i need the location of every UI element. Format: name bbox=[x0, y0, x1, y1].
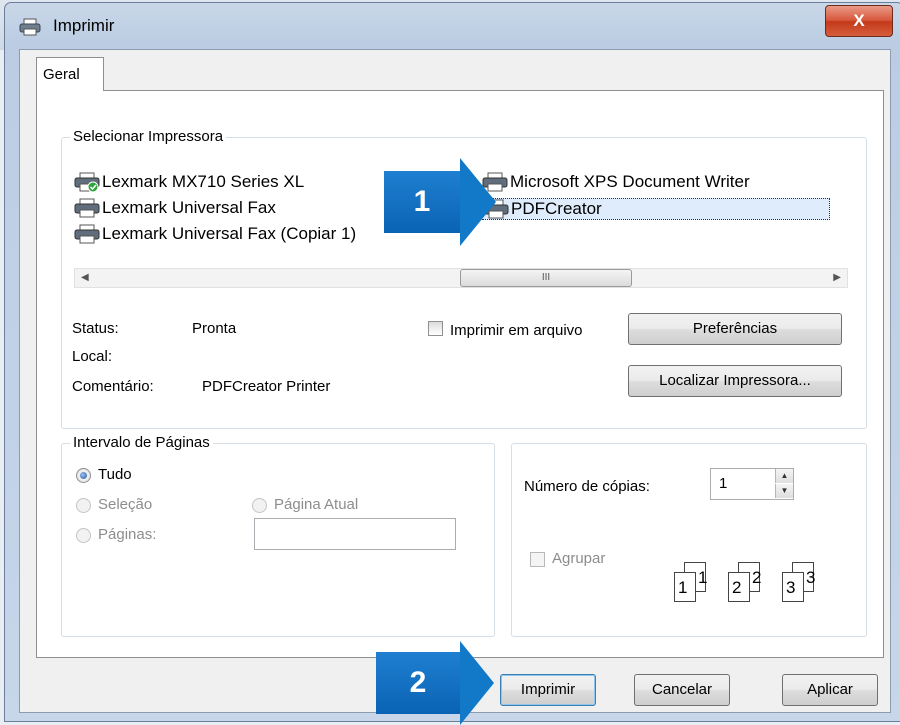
comment-value: PDFCreator Printer bbox=[202, 378, 331, 395]
printer-name: Microsoft XPS Document Writer bbox=[510, 172, 750, 191]
printer-item-lexmark-mx710[interactable]: Lexmark MX710 Series XL bbox=[74, 172, 305, 193]
printer-icon bbox=[74, 224, 100, 244]
status-value: Pronta bbox=[192, 320, 237, 337]
spin-down-icon[interactable]: ▼ bbox=[775, 484, 793, 498]
printer-item-lexmark-fax[interactable]: Lexmark Universal Fax bbox=[74, 198, 276, 218]
printer-name: Lexmark MX710 Series XL bbox=[102, 172, 305, 191]
printer-icon bbox=[74, 198, 100, 218]
dialog-body: Geral Selecionar Impressora Lexmark MX71… bbox=[19, 49, 891, 713]
status-label: Status: bbox=[72, 320, 119, 337]
radio-selection-label[interactable]: Seleção bbox=[98, 496, 152, 513]
printer-title-icon bbox=[19, 18, 41, 36]
page-number: 2 bbox=[752, 568, 762, 587]
scroll-thumb[interactable]: III bbox=[460, 269, 632, 287]
radio-pages-label[interactable]: Páginas: bbox=[98, 526, 156, 543]
radio-all-label[interactable]: Tudo bbox=[98, 466, 132, 483]
copies-value[interactable]: 1 bbox=[719, 475, 727, 492]
cancel-button[interactable]: Cancelar bbox=[634, 674, 730, 706]
apply-button[interactable]: Aplicar bbox=[782, 674, 878, 706]
page-number: 1 bbox=[678, 578, 688, 597]
page-range-group-title: Intervalo de Páginas bbox=[70, 434, 213, 451]
printer-item-lexmark-fax-copy[interactable]: Lexmark Universal Fax (Copiar 1) bbox=[74, 224, 356, 244]
scroll-left-icon[interactable]: ◀ bbox=[81, 272, 89, 283]
comment-label: Comentário: bbox=[72, 378, 154, 395]
page-number: 2 bbox=[732, 578, 742, 597]
radio-all[interactable] bbox=[76, 468, 91, 483]
collate-checkbox[interactable] bbox=[530, 552, 545, 567]
arrow-right-icon bbox=[460, 641, 494, 725]
page-number: 3 bbox=[806, 568, 816, 587]
tab-geral[interactable]: Geral bbox=[36, 57, 104, 91]
callout-2: 2 bbox=[376, 641, 494, 725]
copies-stepper[interactable]: 1 ▲ ▼ bbox=[710, 468, 794, 500]
radio-current-page-label[interactable]: Página Atual bbox=[274, 496, 358, 513]
callout-1-label: 1 bbox=[384, 171, 460, 233]
printer-default-icon bbox=[74, 172, 100, 193]
copies-label: Número de cópias: bbox=[524, 478, 650, 495]
radio-current-page[interactable] bbox=[252, 498, 267, 513]
radio-pages[interactable] bbox=[76, 528, 91, 543]
copies-group: Número de cópias: 1 ▲ ▼ Agrupar 1 1 2 2 bbox=[511, 443, 867, 637]
print-to-file-label[interactable]: Imprimir em arquivo bbox=[450, 322, 583, 339]
print-button[interactable]: Imprimir bbox=[500, 674, 596, 706]
close-button[interactable]: X bbox=[825, 5, 893, 37]
location-label: Local: bbox=[72, 348, 113, 365]
arrow-right-icon bbox=[460, 158, 496, 246]
printer-item-xps-writer[interactable]: Microsoft XPS Document Writer bbox=[482, 172, 750, 192]
find-printer-button[interactable]: Localizar Impressora... bbox=[628, 365, 842, 397]
printer-list-scrollbar[interactable]: ◀ III ▶ bbox=[74, 268, 848, 288]
printer-name: PDFCreator bbox=[511, 199, 602, 218]
collate-label[interactable]: Agrupar bbox=[552, 550, 605, 567]
preferences-button[interactable]: Preferências bbox=[628, 313, 842, 345]
radio-selection[interactable] bbox=[76, 498, 91, 513]
printer-item-pdfcreator[interactable]: PDFCreator bbox=[482, 198, 830, 220]
callout-2-label: 2 bbox=[376, 652, 460, 714]
spin-up-icon[interactable]: ▲ bbox=[775, 469, 793, 483]
title-bar: Imprimir X bbox=[5, 3, 900, 47]
page-number: 3 bbox=[786, 578, 796, 597]
page-number: 1 bbox=[698, 568, 708, 587]
print-to-file-checkbox[interactable] bbox=[428, 321, 443, 336]
printer-name: Lexmark Universal Fax (Copiar 1) bbox=[102, 224, 357, 243]
page-range-group: Intervalo de Páginas Tudo Seleção Página… bbox=[61, 434, 495, 637]
select-printer-group-title: Selecionar Impressora bbox=[70, 128, 227, 145]
print-dialog: Imprimir X Geral Selecionar Impressora L… bbox=[4, 2, 900, 722]
window-title: Imprimir bbox=[53, 16, 115, 35]
pages-input[interactable] bbox=[254, 518, 456, 550]
callout-1: 1 bbox=[384, 158, 496, 246]
printer-name: Lexmark Universal Fax bbox=[102, 198, 276, 217]
scroll-right-icon[interactable]: ▶ bbox=[833, 272, 841, 283]
